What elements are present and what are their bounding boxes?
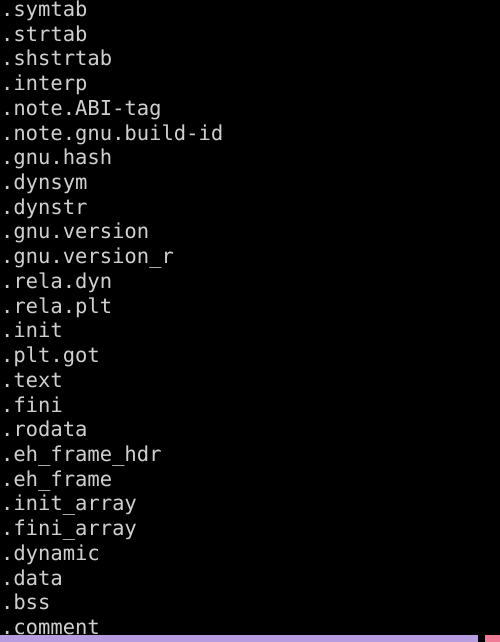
terminal-line: .interp <box>1 71 88 96</box>
terminal-line: .init <box>1 318 63 343</box>
terminal-line: .eh_frame <box>1 466 113 491</box>
bottom-progress-bar-marker[interactable] <box>485 635 500 642</box>
terminal-output[interactable]: .symtab .strtab .shstrtab .interp .note.… <box>0 0 500 640</box>
terminal-line: .fini <box>1 392 63 417</box>
terminal-line: .dynstr <box>1 194 88 219</box>
bottom-progress-bar-gap <box>478 635 485 642</box>
terminal-line: .rela.plt <box>1 293 113 318</box>
terminal-line: .shstrtab <box>1 46 113 71</box>
terminal-line: .dynsym <box>1 170 88 195</box>
terminal-line: .rodata <box>1 417 88 442</box>
terminal-line: .data <box>1 565 63 590</box>
terminal-line: .text <box>1 367 63 392</box>
terminal-line: .eh_frame_hdr <box>1 441 162 466</box>
terminal-line: .gnu.version_r <box>1 244 174 269</box>
terminal-line: .bss <box>1 590 51 615</box>
terminal-line: .rela.dyn <box>1 268 113 293</box>
terminal-line: .gnu.version <box>1 219 150 244</box>
terminal-line: .symtab <box>1 0 88 21</box>
terminal-line: .gnu.hash <box>1 145 113 170</box>
terminal-line: .note.ABI-tag <box>1 95 162 120</box>
terminal-line: .strtab <box>1 21 88 46</box>
bottom-progress-bar[interactable] <box>0 635 500 642</box>
terminal-line: .init_array <box>1 491 137 516</box>
bottom-progress-bar-track[interactable] <box>0 635 478 642</box>
terminal-line: .note.gnu.build-id <box>1 120 224 145</box>
terminal-line: .dynamic <box>1 540 100 565</box>
terminal-line: .fini_array <box>1 516 137 541</box>
terminal-window[interactable]: .symtab .strtab .shstrtab .interp .note.… <box>0 0 500 642</box>
terminal-line: .plt.got <box>1 343 100 368</box>
